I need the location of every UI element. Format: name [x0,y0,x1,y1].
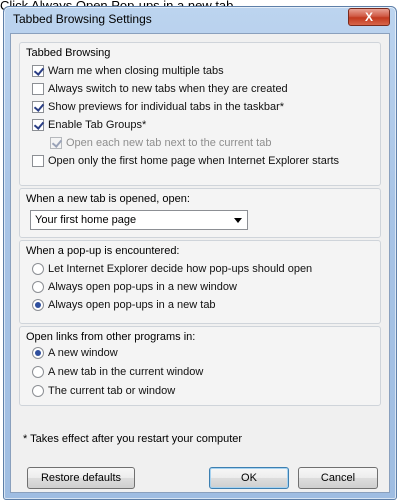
tabbed-browsing-settings-dialog: Tabbed Browsing Settings X Tabbed Browsi… [3,6,397,500]
links-new-window-radio[interactable]: A new window [32,347,118,359]
show-tab-previews-checkbox[interactable]: Show previews for individual tabs in the… [32,101,284,113]
checkbox-label: Open each new tab next to the current ta… [66,137,272,149]
links-current-tab-radio[interactable]: The current tab or window [32,385,175,397]
checkbox-box[interactable] [32,101,44,113]
radio-label: The current tab or window [48,385,176,397]
checkbox-label: Warn me when closing multiple tabs [48,65,224,77]
new-tab-group: When a new tab is opened, open: Your fir… [19,188,381,238]
group-label: When a new tab is opened, open: [26,193,190,205]
cancel-button[interactable]: Cancel [298,467,378,489]
radio-button[interactable] [32,281,44,293]
popup-group: When a pop-up is encountered: Let Intern… [19,240,381,324]
radio-button[interactable] [32,347,44,359]
new-tab-dropdown[interactable]: Your first home page [30,210,248,230]
popup-new-tab-radio[interactable]: Always open pop-ups in a new tab [32,299,216,311]
close-button[interactable]: X [348,8,390,26]
close-icon: X [364,10,373,24]
checkbox-box[interactable] [32,83,44,95]
checkbox-box[interactable] [32,155,44,167]
title-bar[interactable]: Tabbed Browsing Settings X [4,7,396,31]
radio-label: Always open pop-ups in a new window [48,281,237,293]
group-label: When a pop-up is encountered: [26,245,180,257]
restore-defaults-button[interactable]: Restore defaults [27,467,135,489]
tabbed-browsing-group: Tabbed Browsing Warn me when closing mul… [19,42,381,186]
chevron-down-icon [234,218,242,223]
checkbox-label: Always switch to new tabs when they are … [48,83,288,95]
links-group: Open links from other programs in: A new… [19,326,381,406]
radio-label: Let Internet Explorer decide how pop-ups… [48,263,313,275]
open-next-to-current-tab-checkbox[interactable]: Open each new tab next to the current ta… [50,137,271,149]
enable-tab-groups-checkbox[interactable]: Enable Tab Groups* [32,119,146,131]
radio-button[interactable] [32,263,44,275]
always-switch-new-tabs-checkbox[interactable]: Always switch to new tabs when they are … [32,83,288,95]
checkbox-label: Open only the first home page when Inter… [48,155,340,167]
popup-let-ie-decide-radio[interactable]: Let Internet Explorer decide how pop-ups… [32,263,312,275]
radio-label: A new tab in the current window [48,366,204,378]
dialog-title: Tabbed Browsing Settings [13,12,152,26]
checkbox-box[interactable] [32,65,44,77]
radio-button[interactable] [32,366,44,378]
ok-button[interactable]: OK [209,467,289,489]
radio-label: Always open pop-ups in a new tab [48,299,216,311]
checkbox-box[interactable] [50,137,62,149]
group-label: Tabbed Browsing [26,47,111,59]
radio-button[interactable] [32,299,44,311]
radio-button[interactable] [32,385,44,397]
group-label: Open links from other programs in: [26,331,196,343]
dropdown-value: Your first home page [35,214,137,226]
checkbox-label: Enable Tab Groups* [48,119,147,131]
warn-close-multiple-tabs-checkbox[interactable]: Warn me when closing multiple tabs [32,65,224,77]
popup-new-window-radio[interactable]: Always open pop-ups in a new window [32,281,237,293]
open-first-home-page-only-checkbox[interactable]: Open only the first home page when Inter… [32,155,339,167]
restart-footnote: * Takes effect after you restart your co… [23,433,243,445]
checkbox-label: Show previews for individual tabs in the… [48,101,285,113]
radio-label: A new window [48,347,118,359]
dialog-content: Tabbed Browsing Warn me when closing mul… [10,33,390,493]
checkbox-box[interactable] [32,119,44,131]
links-new-tab-radio[interactable]: A new tab in the current window [32,366,203,378]
